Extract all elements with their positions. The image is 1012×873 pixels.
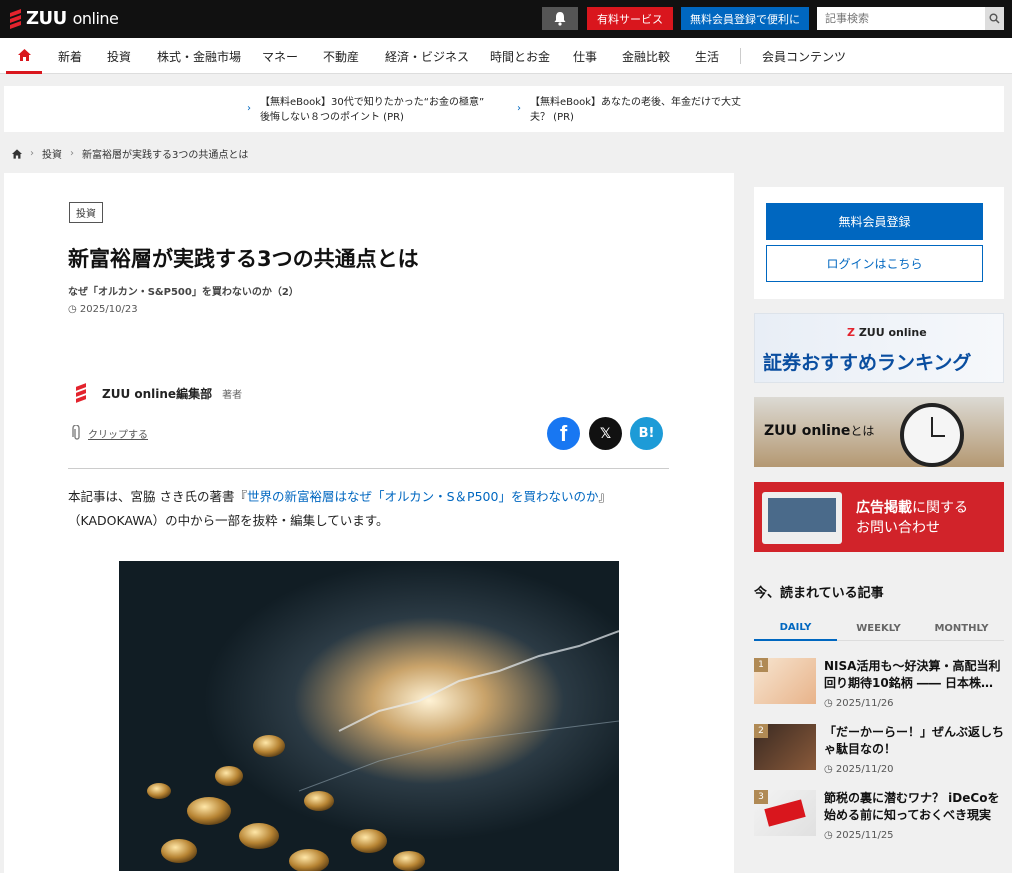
logo-text: ZUU online [26,8,119,29]
paid-service-button[interactable]: 有料サービス [587,7,673,30]
promo-link-1[interactable]: › 【無料eBook】30代で知りたかった“お金の極意” 後悔しない８つのポイン… [247,95,484,125]
nav-divider [740,48,741,64]
ranking-number: 2 [754,724,768,738]
article-subtitle: なぜ「オルカン・S&P500」を買わないのか（2） [68,287,299,298]
ranking-item[interactable]: 3 節税の裏に潜むワナ？ iDeCoを始める前に知っておくべき現実 ◷ 2025… [754,790,1004,850]
x-icon: 𝕏 [599,425,612,442]
nav-home[interactable] [6,38,42,74]
article-title: 新富裕層が実践する3つの共通点とは [68,247,419,271]
home-icon [17,48,31,61]
site-logo[interactable]: ZUU online [8,8,119,29]
nav-item-money[interactable]: マネー [262,48,298,65]
ranking-item-title[interactable]: 節税の裏に潜むワナ？ iDeCoを始める前に知っておくべき現実 [824,790,1006,824]
ranking-item-date: ◷ 2025/11/25 [824,830,894,841]
bell-icon [554,12,566,26]
promo-bar: › 【無料eBook】30代で知りたかった“お金の極意” 後悔しない８つのポイン… [4,86,1004,132]
logo-mark-icon [8,8,22,29]
x-share-button[interactable]: 𝕏 [589,417,622,450]
free-register-button[interactable]: 無料会員登録で便利に [681,7,809,30]
ranking-number: 3 [754,790,768,804]
banner-text: 広告掲載に関する お問い合わせ [856,500,968,536]
article-body: 投資 新富裕層が実践する3つの共通点とは なぜ「オルカン・S&P500」を買わな… [4,173,734,873]
ranking-item-date: ◷ 2025/11/26 [824,698,894,709]
ranking-item[interactable]: 2 「だーかーらー！」ぜんぶ返しちゃ駄目なの！ ◷ 2025/11/20 [754,724,1004,784]
breadcrumb-separator: › [30,148,34,159]
search-button[interactable] [985,7,1004,30]
alarm-clock-icon [900,403,964,467]
hatena-icon: B! [638,426,655,441]
ranking-item[interactable]: 1 NISA活用も〜好決算・高配当利回り期待10銘柄 ―― 日本株… ◷ 202… [754,658,1004,718]
notification-bell-button[interactable] [542,7,578,30]
hero-image [119,561,619,871]
clock-icon: ◷ [68,304,77,315]
nav-item-compare[interactable]: 金融比較 [622,48,670,65]
nav-item-life[interactable]: 生活 [695,48,719,65]
author-name[interactable]: ZUU online編集部 [102,385,212,402]
author[interactable]: ZUU online編集部 著者 [74,383,242,403]
facebook-icon: f [559,420,568,446]
nav-item-member[interactable]: 会員コンテンツ [762,48,846,65]
search-icon [989,13,1000,24]
nav-item-economy[interactable]: 経済・ビジネス [385,48,469,65]
paperclip-icon [72,425,80,440]
breadcrumb-separator: › [70,148,74,159]
article-date: ◷ 2025/10/23 [68,304,138,315]
ranking-item-date: ◷ 2025/11/20 [824,764,894,775]
clip-button[interactable]: クリップする [72,425,148,441]
banner-text: 証券おすすめランキング [763,352,972,374]
securities-ranking-banner[interactable]: Z ZUU online 証券おすすめランキング [754,313,1004,383]
facebook-share-button[interactable]: f [547,417,580,450]
author-role: 著者 [222,389,243,401]
sidebar-register-button[interactable]: 無料会員登録 [766,203,983,240]
tab-weekly[interactable]: WEEKLY [837,615,920,641]
home-icon[interactable] [12,148,22,159]
sidebar-login-button[interactable]: ログインはこちら [766,245,983,282]
ad-inquiry-banner[interactable]: 広告掲載に関する お問い合わせ [754,482,1004,552]
breadcrumb-item[interactable]: 投資 [42,146,62,161]
nav-item-work[interactable]: 仕事 [573,48,597,65]
nav-item-time-money[interactable]: 時間とお金 [490,48,550,65]
promo-link-2[interactable]: › 【無料eBook】あなたの老後、年金だけで大丈 夫？ (PR) [517,95,741,125]
category-tag[interactable]: 投資 [69,202,103,223]
search-input[interactable] [817,7,985,30]
ranking-number: 1 [754,658,768,672]
banner-logo: Z ZUU online [847,326,927,339]
ranking-tabs: DAILY WEEKLY MONTHLY [754,615,1004,641]
banner-text: ZUU onlineとは [764,423,875,439]
laptop-image [762,492,842,544]
ranking-item-title[interactable]: NISA活用も〜好決算・高配当利回り期待10銘柄 ―― 日本株… [824,658,1006,692]
breadcrumb-current: 新富裕層が実践する3つの共通点とは [82,150,249,161]
chevron-right-icon: › [247,103,251,114]
top-header: ZUU online 有料サービス 無料会員登録で便利に [0,0,1012,38]
nav-item-realestate[interactable]: 不動産 [323,48,359,65]
ranking-title: 今、読まれている記事 [754,586,884,601]
hatena-bookmark-button[interactable]: B! [630,417,663,450]
nav-item-stocks[interactable]: 株式・金融市場 [157,48,241,65]
about-zuu-banner[interactable]: ZUU onlineとは [754,397,1004,467]
article-lead: 本記事は、宮脇 さき氏の著書『世界の新富裕層はなぜ「オルカン・S＆P500」を買… [68,489,611,528]
divider [68,468,669,469]
breadcrumb: › 投資 › 新富裕層が実践する3つの共通点とは [12,146,248,161]
tab-monthly[interactable]: MONTHLY [920,615,1003,641]
book-link[interactable]: 世界の新富裕層はなぜ「オルカン・S＆P500」を買わないのか [247,489,598,504]
author-logo-icon [74,383,88,403]
tab-daily[interactable]: DAILY [754,615,837,641]
member-box: 無料会員登録 ログインはこちら [754,187,1004,299]
ranking-item-title[interactable]: 「だーかーらー！」ぜんぶ返しちゃ駄目なの！ [824,724,1006,758]
nav-item-invest[interactable]: 投資 [107,48,131,65]
main-nav: 新着 投資 株式・金融市場 マネー 不動産 経済・ビジネス 時間とお金 仕事 金… [0,38,1012,74]
chevron-right-icon: › [517,103,521,114]
nav-item-new[interactable]: 新着 [58,48,82,65]
